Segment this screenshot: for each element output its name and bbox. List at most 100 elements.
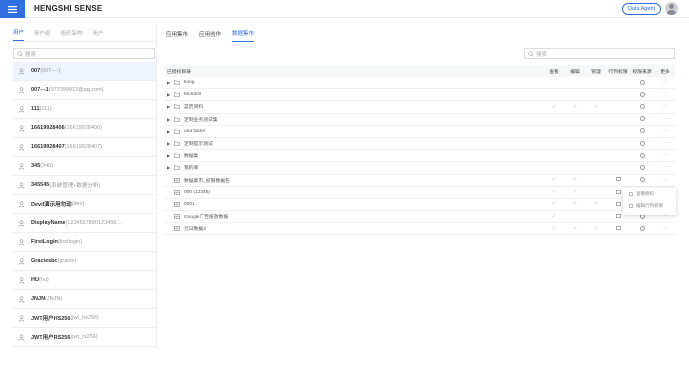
user-list-item[interactable]: Graciesbc (gracie) [13,252,156,271]
user-list-item[interactable]: DisplayName (1234567890123456… [13,214,156,233]
table-row[interactable]: ▶ 菜药资料 ✓ ✓ ✓ ··· [165,101,675,114]
more-dots-icon[interactable]: ··· [662,153,668,158]
info-icon[interactable] [639,140,645,146]
tab-0[interactable]: 应用集市 [166,30,188,42]
hamburger-menu-icon[interactable] [0,0,25,18]
more-dots-icon[interactable]: ··· [662,117,668,122]
table-row[interactable]: ▶ 定制业务测试集 ··· [165,114,675,126]
row-name-cell: ▶ 我的库 [165,164,543,171]
row-name: kong [184,80,195,86]
user-list-item[interactable]: 16619928406 (16619928406) [13,119,156,138]
tab-0[interactable]: 用户 [13,28,25,41]
user-list-item[interactable]: 007 (007----) [13,62,156,81]
table-row[interactable]: 0001✓✓✓··· [165,199,675,212]
user-id: (dev) [71,201,85,207]
info-icon[interactable] [639,152,645,158]
expand-caret-icon[interactable]: ▶ [167,165,174,170]
row-perm-icon[interactable] [615,214,621,219]
data-agent-button[interactable]: Data Agent [622,3,661,15]
folder-icon [174,141,180,146]
table-row[interactable]: Google广告投放数据 ✓ ··· [165,211,675,224]
row-name: 定制业务测试集 [184,117,218,123]
table-row[interactable]: 数据集市_权限数据包 ✓ ✓ ··· [165,175,675,187]
popup-menu-item[interactable]: 查看授权 [623,188,676,200]
user-list-item[interactable]: 345 (345) [13,157,156,176]
view-check-icon: ✓ [551,225,557,232]
user-avatar-icon[interactable] [665,2,678,15]
user-list-item[interactable]: JNJN (JNJN) [13,290,156,309]
expand-caret-icon[interactable]: ▶ [167,117,174,122]
user-list-item[interactable]: Devil演示用勿动 (dev) [13,195,156,214]
info-icon[interactable] [639,91,645,97]
more-dots-icon[interactable]: ··· [662,92,668,97]
info-icon[interactable] [639,177,645,183]
expand-caret-icon[interactable]: ▶ [167,80,174,85]
row-perm-icon[interactable] [615,201,621,206]
user-name: 16619928407 [31,144,65,150]
more-cell: ··· [655,104,675,109]
tab-1[interactable]: 应用创作 [199,30,221,42]
edit-check-icon: ✓ [572,201,578,208]
user-list-item[interactable]: HU (hu) [13,271,156,290]
user-list-item[interactable]: FirstLogin (firstlogin) [13,233,156,252]
source-cell [629,165,655,171]
popup-menu-item[interactable]: 编辑行列权限 [623,200,676,212]
user-list-item[interactable]: JWT用户RS256 (jwt_rs256) [13,328,156,347]
table-row[interactable]: 000 (12345)✓✓··· [165,187,675,199]
more-dots-icon[interactable]: ··· [662,80,668,85]
source-cell [629,177,655,183]
table-row[interactable]: ▶ 我的库 ··· [165,162,675,175]
user-search-input[interactable]: 搜索 [13,48,155,59]
more-dots-icon[interactable]: ··· [662,178,668,183]
user-list-item[interactable]: 111 (111) [13,100,156,119]
row-name-cell: ▶ kong [165,80,543,85]
table-row[interactable]: ▶ 数据集 ··· [165,150,675,163]
more-dots-icon[interactable]: ··· [662,141,668,146]
info-icon[interactable] [639,79,645,85]
user-list-item[interactable]: JWT用户HS256 (jwt_hs256) [13,309,156,328]
info-icon[interactable] [639,128,645,134]
info-icon[interactable] [639,225,645,231]
more-dots-icon[interactable]: ··· [662,165,668,170]
tab-3[interactable]: 用户 [93,29,104,41]
more-dots-icon[interactable]: ··· [662,226,668,231]
info-icon[interactable] [639,116,645,122]
more-dots-icon[interactable]: ··· [662,104,668,109]
col-more-header: 更多 [660,69,670,75]
tab-2[interactable]: 数据集市 [232,29,255,42]
popup-item-label: 查看授权 [636,191,654,196]
expand-caret-icon[interactable]: ▶ [167,153,174,158]
user-list-item[interactable]: 345545 (系统管理+数据分析) [13,176,156,195]
table-row[interactable]: 元日数据2 ✓ ✓ ✓ ··· [165,223,675,236]
info-icon[interactable] [639,104,645,110]
info-icon[interactable] [639,165,645,171]
folder-icon [174,104,180,110]
tab-1[interactable]: 用户组 [34,29,51,41]
row-perm-icon[interactable] [615,177,621,182]
edit-cell: ✓ [565,201,585,207]
table-row[interactable]: ▶ kong ··· [165,77,675,90]
user-list-item[interactable]: 16619928407 (16619928407) [13,138,156,157]
edit-check-icon: ✓ [572,177,578,184]
expand-caret-icon[interactable]: ▶ [167,104,174,109]
row-perm-icon[interactable] [615,226,621,231]
expand-caret-icon[interactable]: ▶ [167,141,174,146]
expand-caret-icon[interactable]: ▶ [167,129,174,134]
user-list-item[interactable]: 007---1 (977399912@qq.com) [13,81,156,100]
table-row[interactable]: ▶ 定制提示测试 ··· [165,138,675,151]
permission-table: 已授权目录 查看 编辑 管理 行列权限 权限来源 更多 ▶ kong ··· ▶ Mun… [165,65,675,236]
catalog-search-input[interactable]: 搜索 [524,48,675,59]
table-body: ▶ kong ··· ▶ Mundoll ··· ▶ 菜药资料 ✓ ✓ ✓ ··· ▶ 定制业务测试集 ··… [165,77,675,236]
more-cell: ··· [655,178,675,183]
table-row[interactable]: ▶ Mundoll ··· [165,89,675,102]
table-row[interactable]: ▶ una folder ··· [165,126,675,138]
menu-item-icon [629,204,633,208]
row-perm-icon[interactable] [615,189,621,194]
user-list: 007 (007----) 007---1 (977399912@qq.com) 111… [13,62,156,347]
user-name: 345 [31,163,41,169]
expand-caret-icon[interactable]: ▶ [167,92,174,97]
more-cell: ··· [655,226,675,231]
more-dots-icon[interactable]: ··· [662,129,668,134]
tab-2[interactable]: 组织架构 [61,29,83,41]
user-icon [18,238,25,246]
